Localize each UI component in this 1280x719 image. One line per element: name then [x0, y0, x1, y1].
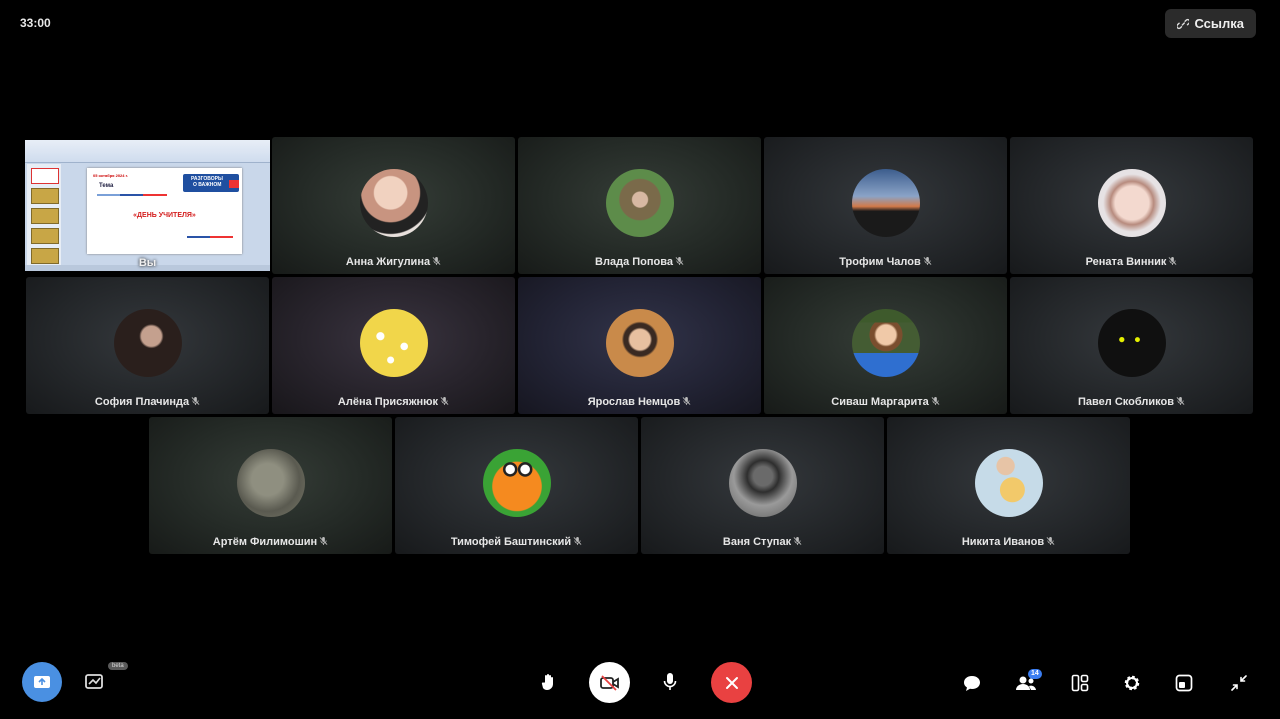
slide-thumbnails: [27, 164, 61, 265]
slide-preview: 05 октября 2024 г. Тема РАЗГОВОРЫ О ВАЖН…: [87, 168, 242, 254]
mic-muted-icon: [1168, 256, 1177, 266]
microphone-button[interactable]: [660, 671, 680, 693]
screen-share-tile[interactable]: 05 октября 2024 г. Тема РАЗГОВОРЫ О ВАЖН…: [25, 140, 270, 271]
slide-date: 05 октября 2024 г.: [93, 173, 128, 178]
participant-tile[interactable]: Анна Жигулина: [272, 137, 515, 274]
participant-tile[interactable]: София Плачинда: [26, 277, 269, 414]
mic-muted-icon: [675, 256, 684, 266]
copy-link-button[interactable]: Ссылка: [1165, 9, 1256, 38]
participant-name: София Плачинда: [94, 396, 190, 408]
screen-share-button[interactable]: [22, 662, 62, 702]
mic-muted-icon: [793, 536, 802, 546]
self-name: Вы: [138, 257, 157, 269]
slide-topic: Тема: [99, 183, 114, 189]
grid-layout-icon: [1071, 674, 1089, 692]
participant-name: Никита Иванов: [961, 536, 1045, 548]
avatar: [605, 309, 674, 377]
participant-tile[interactable]: Никита Иванов: [887, 417, 1130, 554]
avatar: [851, 309, 920, 377]
avatar: [851, 169, 920, 237]
avatar: [113, 309, 182, 377]
slide-title: «ДЕНЬ УЧИТЕЛЯ»: [133, 212, 196, 219]
chat-button[interactable]: [961, 672, 983, 694]
mic-muted-icon: [931, 396, 940, 406]
avatar: [974, 449, 1043, 517]
avatar: [605, 169, 674, 237]
participant-name: Влада Попова: [595, 256, 673, 268]
participant-tile[interactable]: Алёна Присяжнюк: [272, 277, 515, 414]
microphone-icon: [663, 673, 677, 690]
participant-tile[interactable]: Павел Скобликов: [1010, 277, 1253, 414]
participant-tile[interactable]: Влада Попова: [518, 137, 761, 274]
mic-muted-icon: [682, 396, 691, 406]
participant-name: Алёна Присяжнюк: [337, 396, 439, 408]
slide-logo: РАЗГОВОРЫ О ВАЖНОМ: [183, 174, 239, 192]
participant-name: Трофим Чалов: [839, 256, 921, 268]
call-timer: 33:00: [20, 16, 51, 30]
participant-name: Анна Жигулина: [345, 256, 431, 268]
pip-icon: [1175, 674, 1193, 692]
mic-muted-icon: [573, 536, 582, 546]
screen-share-icon: [34, 676, 50, 688]
participant-tile[interactable]: Ярослав Немцов: [518, 277, 761, 414]
mic-muted-icon: [319, 536, 328, 546]
avatar: [236, 449, 305, 517]
avatar: [482, 449, 551, 517]
mic-muted-icon: [1046, 536, 1055, 546]
end-call-button[interactable]: [711, 662, 752, 703]
close-icon: [725, 676, 738, 689]
participant-tile[interactable]: Сиваш Маргарита: [764, 277, 1007, 414]
avatar: [1097, 169, 1166, 237]
mic-muted-icon: [440, 396, 449, 406]
participant-name: Павел Скобликов: [1078, 396, 1174, 408]
mic-muted-icon: [923, 256, 932, 266]
participant-tile[interactable]: Тимофей Баштинский: [395, 417, 638, 554]
participant-name: Ваня Ступак: [722, 536, 792, 548]
participant-tile[interactable]: Трофим Чалов: [764, 137, 1007, 274]
layout-button[interactable]: [1069, 672, 1091, 694]
avatar: [1097, 309, 1166, 377]
link-icon: [1177, 18, 1190, 29]
raise-hand-button[interactable]: [538, 671, 560, 693]
gear-icon: [1124, 675, 1140, 691]
avatar: [728, 449, 797, 517]
participant-name: Рената Винник: [1085, 256, 1167, 268]
picture-in-picture-button[interactable]: [1173, 672, 1195, 694]
participant-tile[interactable]: Артём Филимошин: [149, 417, 392, 554]
avatar: [359, 309, 428, 377]
camera-off-icon: [599, 674, 619, 691]
ppt-ribbon: [25, 140, 270, 163]
mic-muted-icon: [1176, 396, 1185, 406]
participant-name: Сиваш Маргарита: [831, 396, 929, 408]
participant-tile[interactable]: Ваня Ступак: [641, 417, 884, 554]
participant-tile[interactable]: Рената Винник: [1010, 137, 1253, 274]
chat-icon: [964, 675, 980, 691]
mic-muted-icon: [191, 396, 200, 406]
beta-badge: beta: [108, 662, 128, 670]
whiteboard-button[interactable]: [84, 672, 106, 692]
mic-muted-icon: [432, 256, 441, 266]
settings-button[interactable]: [1121, 672, 1143, 694]
exit-fullscreen-button[interactable]: [1228, 672, 1250, 694]
camera-toggle-button[interactable]: [589, 662, 630, 703]
avatar: [359, 169, 428, 237]
participant-name: Тимофей Баштинский: [450, 536, 572, 548]
whiteboard-icon: [85, 674, 103, 689]
participant-name: Артём Филимошин: [212, 536, 318, 548]
hand-icon: [541, 674, 553, 690]
participants-count-badge: 14: [1028, 669, 1042, 679]
copy-link-label: Ссылка: [1194, 16, 1244, 31]
participant-name: Ярослав Немцов: [587, 396, 681, 408]
collapse-icon: [1231, 675, 1247, 691]
